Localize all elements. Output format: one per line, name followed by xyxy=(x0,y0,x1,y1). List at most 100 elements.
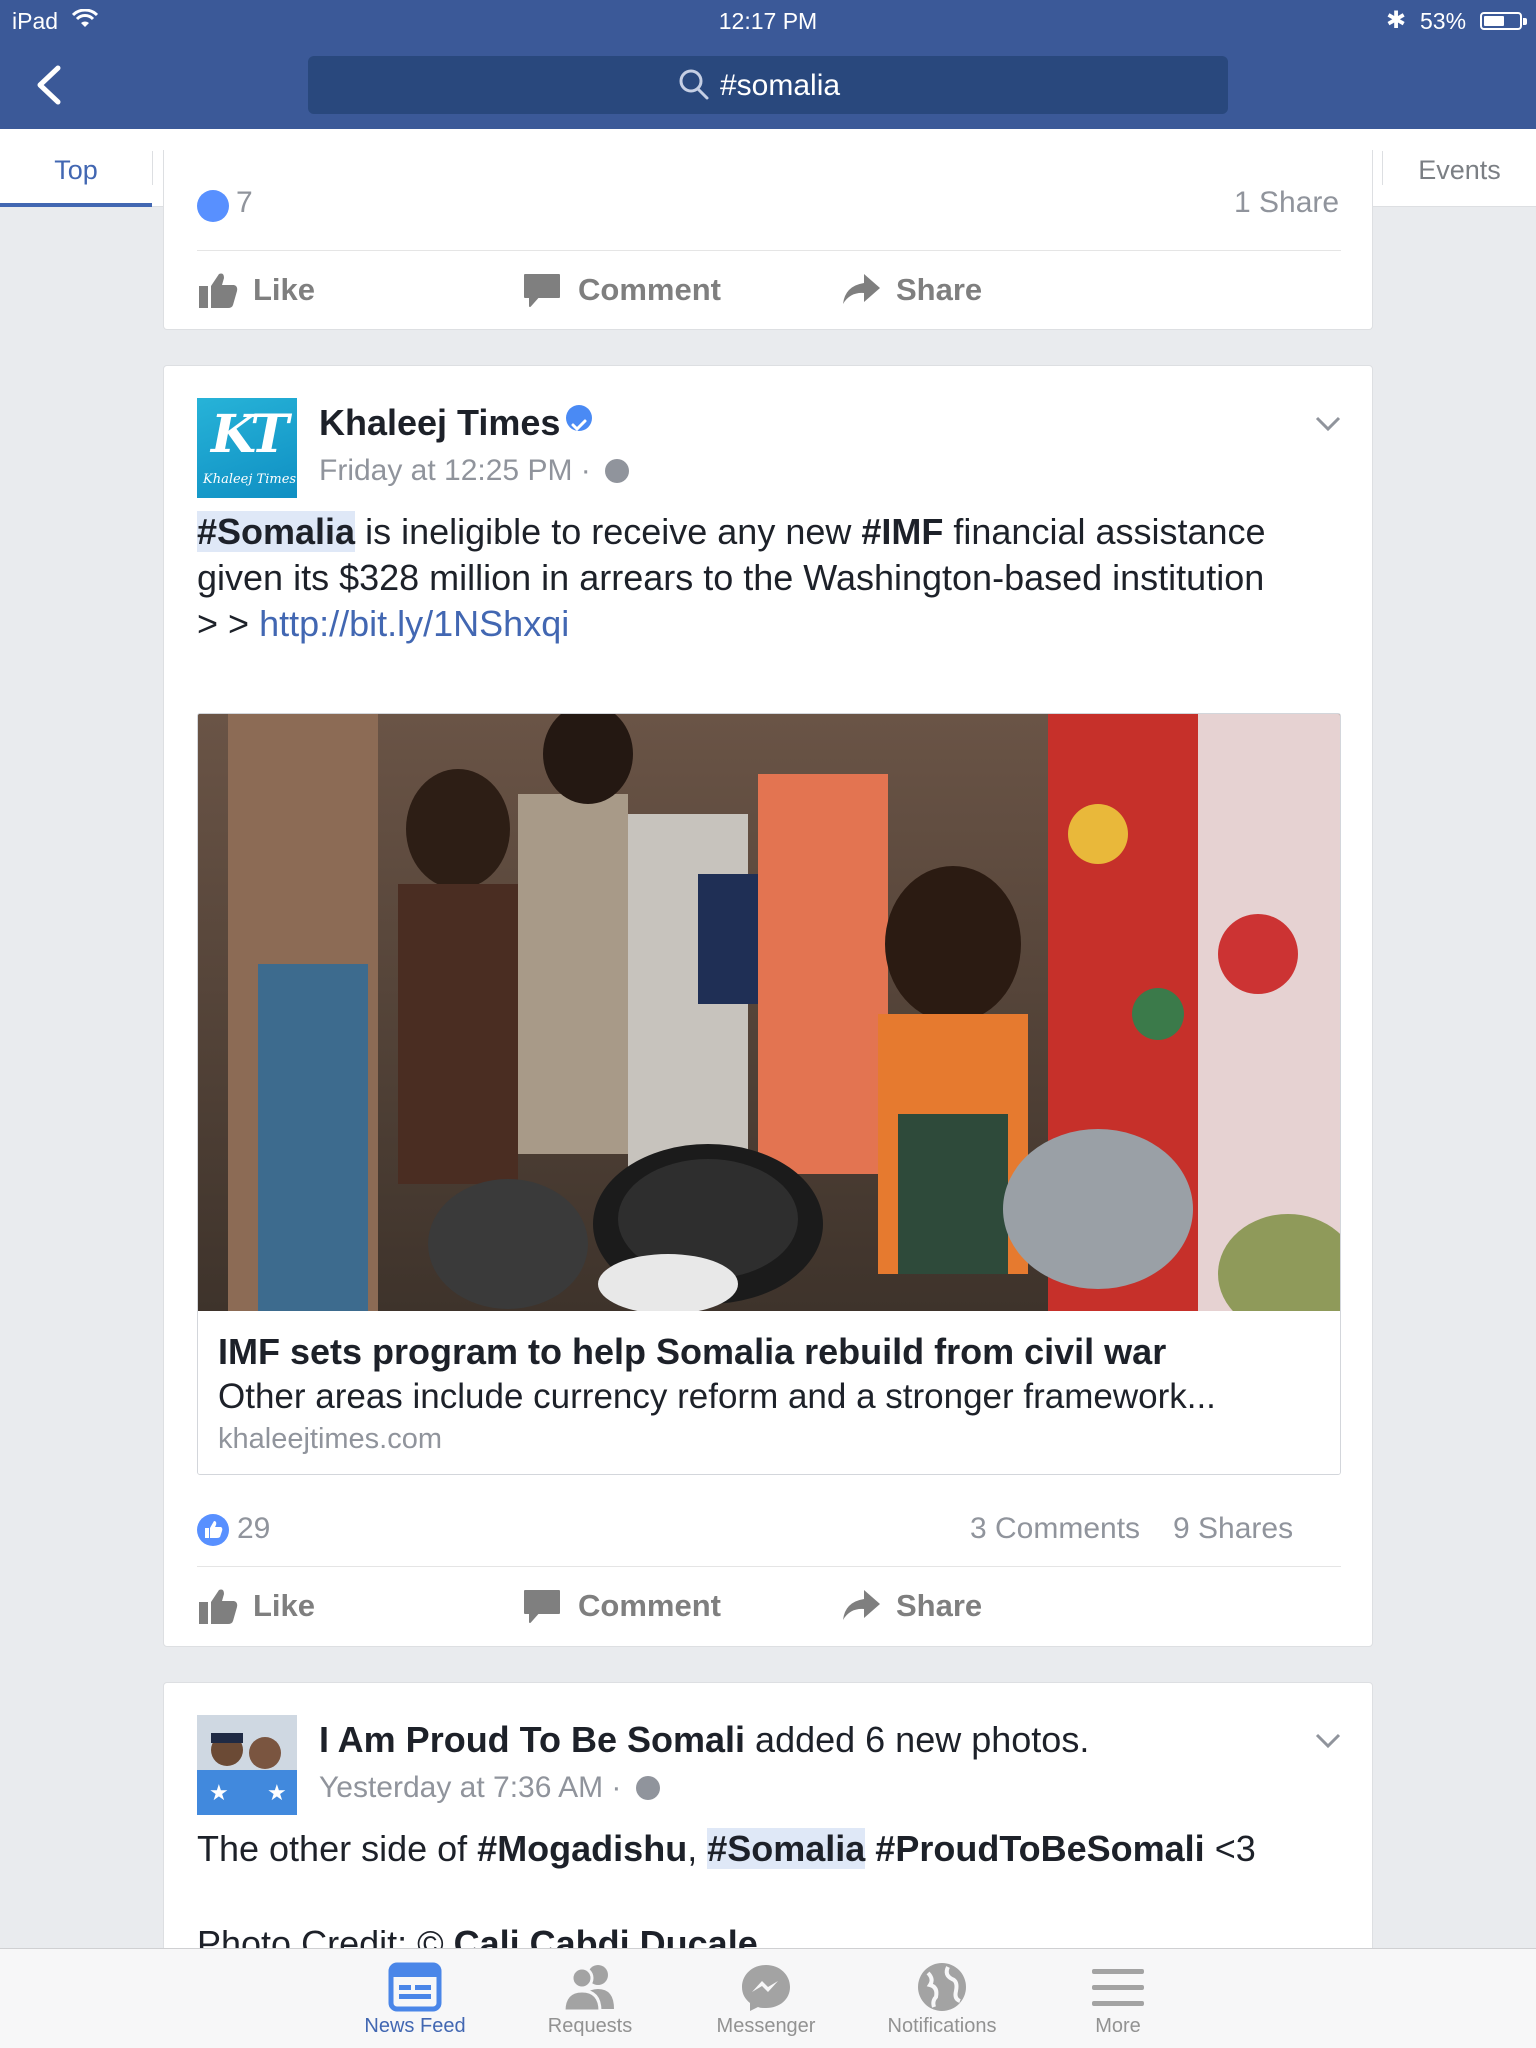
post-url-link[interactable]: http://bit.ly/1NShxqi xyxy=(259,603,569,644)
chevron-down-icon[interactable] xyxy=(1314,1731,1342,1751)
post-text-segment: <3 xyxy=(1204,1828,1256,1869)
more-tab[interactable]: More xyxy=(1028,1949,1208,2048)
notifications-tab[interactable]: Notifications xyxy=(852,1949,1032,2048)
page-avatar[interactable]: KT Khaleej Times xyxy=(197,398,297,498)
requests-label: Requests xyxy=(547,2015,633,2037)
preview-caption: IMF sets program to help Somalia rebuild… xyxy=(198,1311,1340,1474)
svg-text:★: ★ xyxy=(267,1780,287,1805)
hashtag-link[interactable]: #IMF xyxy=(861,511,943,552)
hashtag-link[interactable]: #Somalia xyxy=(197,511,356,552)
back-button[interactable] xyxy=(30,60,70,110)
post-timestamp[interactable]: Friday at 12:25 PM xyxy=(319,454,572,487)
battery-percent: 53% xyxy=(1420,8,1467,34)
thumbs-up-icon xyxy=(199,273,238,308)
avatar-image: ★ ★ xyxy=(197,1715,297,1815)
author-name[interactable]: I Am Proud To Be Somali xyxy=(319,1719,745,1760)
news-feed-icon xyxy=(388,1962,442,2012)
chevron-left-icon xyxy=(37,65,61,105)
preview-domain: khaleejtimes.com xyxy=(218,1423,443,1455)
page-avatar[interactable]: ★ ★ xyxy=(197,1715,297,1815)
link-preview[interactable]: IMF sets program to help Somalia rebuild… xyxy=(197,713,1341,1475)
post-author: I Am Proud To Be Somali added 6 new phot… xyxy=(319,1719,1089,1761)
post-actions: Like Comment Share xyxy=(164,250,1372,329)
preview-description: Other areas include currency reform and … xyxy=(218,1377,1216,1416)
comment-button[interactable]: Comment xyxy=(522,1566,762,1646)
author-action: added 6 new photos. xyxy=(745,1719,1090,1760)
logo-monogram: KT xyxy=(211,404,289,465)
post-card: KT Khaleej Times Khaleej Times Friday at… xyxy=(163,365,1373,1647)
like-label: Like xyxy=(253,1588,316,1623)
post-text: #Somalia is ineligible to receive any ne… xyxy=(197,509,1347,647)
comment-label: Comment xyxy=(578,1588,721,1623)
search-query: #somalia xyxy=(720,69,841,102)
chevron-down-icon[interactable] xyxy=(1314,414,1342,434)
news-feed-tab[interactable]: News Feed xyxy=(325,1949,505,2048)
post-text-segment: , xyxy=(687,1828,708,1869)
svg-text:★: ★ xyxy=(209,1780,229,1805)
like-reaction-icon xyxy=(197,190,229,222)
like-label: Like xyxy=(253,272,316,307)
post-author[interactable]: Khaleej Times xyxy=(319,402,593,444)
meta-separator: · xyxy=(611,1771,622,1804)
messenger-icon xyxy=(742,1965,790,2011)
post-timestamp[interactable]: Yesterday at 7:36 AM xyxy=(319,1771,603,1804)
post-actions: Like Comment Share xyxy=(164,1566,1372,1646)
share-label: Share xyxy=(896,272,983,307)
messenger-label: Messenger xyxy=(716,2015,816,2037)
like-button[interactable]: Like xyxy=(197,1566,337,1646)
notifications-label: Notifications xyxy=(887,2015,997,2037)
like-reaction-icon xyxy=(197,1514,229,1546)
bottom-tab-bar: News Feed Requests Messenger Notificatio… xyxy=(0,1948,1536,2048)
more-label: More xyxy=(1095,2015,1141,2037)
author-name: Khaleej Times xyxy=(319,402,561,443)
link-prefix: > > xyxy=(197,603,260,644)
post-card: ★ ★ I Am Proud To Be Somali added 6 new … xyxy=(163,1682,1373,1972)
hashtag-link[interactable]: #ProudToBeSomali xyxy=(865,1828,1204,1869)
news-feed-label: News Feed xyxy=(364,2015,466,2037)
share-arrow-icon xyxy=(843,274,880,304)
comment-count[interactable]: 3 Comments xyxy=(970,1512,1140,1546)
globe-icon xyxy=(605,459,630,483)
share-count[interactable]: 9 Shares xyxy=(1173,1512,1293,1546)
status-time: 12:17 PM xyxy=(718,8,818,34)
comment-label: Comment xyxy=(578,272,721,307)
requests-tab[interactable]: Requests xyxy=(500,1949,680,2048)
bluetooth-icon: ✱ xyxy=(1386,7,1407,34)
share-button[interactable]: Share xyxy=(840,1566,1000,1646)
post-meta: Yesterday at 7:36 AM · xyxy=(319,1771,660,1805)
engagement-row: 29 3 Comments 9 Shares xyxy=(197,1498,1341,1558)
like-count[interactable]: 29 xyxy=(237,1512,270,1546)
post-text: The other side of #Mogadishu, #Somalia #… xyxy=(197,1826,1347,1872)
status-bar: iPad 12:17 PM ✱ 53% xyxy=(0,0,1536,42)
comment-button[interactable]: Comment xyxy=(522,250,762,329)
battery-icon xyxy=(1480,12,1527,30)
comment-icon xyxy=(524,274,560,307)
preview-photo xyxy=(198,714,1340,1311)
friend-requests-icon xyxy=(562,1965,614,2013)
top-bar: iPad 12:17 PM ✱ 53% #somalia xyxy=(0,0,1536,129)
preview-title: IMF sets program to help Somalia rebuild… xyxy=(218,1331,1167,1372)
hashtag-link[interactable]: #Mogadishu xyxy=(477,1828,687,1869)
globe-notifications-icon xyxy=(918,1963,966,2011)
previous-post-card: 7 1 Share Like Comment Share xyxy=(163,150,1373,330)
verified-badge-icon xyxy=(566,405,593,432)
comment-icon xyxy=(524,1590,560,1623)
preview-photo-image xyxy=(198,714,1340,1311)
share-arrow-icon xyxy=(843,1590,880,1620)
thumbs-up-icon xyxy=(199,1589,238,1624)
share-label: Share xyxy=(896,1588,983,1623)
post-meta: Friday at 12:25 PM · xyxy=(319,454,630,488)
hashtag-link[interactable]: #Somalia xyxy=(707,1828,866,1869)
meta-separator: · xyxy=(580,454,591,487)
globe-icon xyxy=(635,1776,660,1800)
like-button[interactable]: Like xyxy=(197,250,337,329)
share-button[interactable]: Share xyxy=(840,250,1000,329)
post-text-segment: is ineligible to receive any new xyxy=(355,511,862,552)
search-field[interactable]: #somalia xyxy=(308,56,1228,114)
messenger-tab[interactable]: Messenger xyxy=(676,1949,856,2048)
tab-top[interactable]: Top xyxy=(0,129,152,207)
logo-wordmark: Khaleej Times xyxy=(203,472,297,487)
previous-post-like-count: 7 xyxy=(236,186,253,219)
tab-events[interactable]: Events xyxy=(1383,129,1536,207)
post-text-segment: The other side of xyxy=(197,1828,478,1869)
